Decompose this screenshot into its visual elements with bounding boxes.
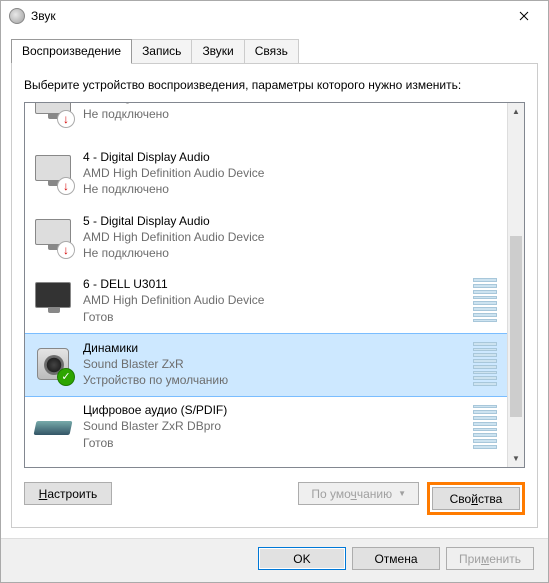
device-driver: AMD High Definition Audio Device <box>83 292 463 308</box>
device-row[interactable]: ↓ 5 - Digital Display AudioAMD High Defin… <box>25 207 507 271</box>
device-icon: ↓ <box>33 153 73 193</box>
device-name: Динамики <box>83 340 463 356</box>
tab-panel-playback: Выберите устройство воспроизведения, пар… <box>11 63 538 528</box>
device-name: 4 - Digital Display Audio <box>83 149 499 165</box>
tab-0[interactable]: Воспроизведение <box>11 39 132 64</box>
cancel-button[interactable]: Отмена <box>352 547 440 570</box>
scroll-track[interactable] <box>508 120 524 450</box>
device-status: Готов <box>83 435 463 451</box>
device-icon: ↓ <box>33 217 73 257</box>
instruction-text: Выберите устройство воспроизведения, пар… <box>24 78 525 92</box>
tab-2[interactable]: Звуки <box>191 39 244 63</box>
tabstrip: ВоспроизведениеЗаписьЗвукиСвязь <box>11 39 538 63</box>
device-row[interactable]: ✓ ДинамикиSound Blaster ZxRУстройство по … <box>25 333 507 398</box>
device-name: 6 - DELL U3011 <box>83 276 463 292</box>
device-text: AMD High Definition Audio DeviceНе подкл… <box>83 103 499 122</box>
scroll-thumb[interactable] <box>510 236 522 418</box>
default-check-icon: ✓ <box>57 368 75 386</box>
app-icon <box>9 8 25 24</box>
device-icon: ✓ <box>33 344 73 384</box>
device-row[interactable]: ↓ AMD High Definition Audio DeviceНе подк… <box>25 103 507 143</box>
panel-buttons: Настроить По умоччанию ▼ Свойства <box>24 482 525 515</box>
scroll-up-button[interactable]: ▲ <box>508 103 524 120</box>
device-row[interactable]: ↓ 4 - Digital Display AudioAMD High Defin… <box>25 143 507 207</box>
sound-dialog: Звук ВоспроизведениеЗаписьЗвукиСвязь Выб… <box>0 0 549 583</box>
device-row[interactable]: 6 - DELL U3011AMD High Definition Audio … <box>25 270 507 334</box>
tab-1[interactable]: Запись <box>131 39 192 63</box>
set-default-button[interactable]: По умоччанию ▼ <box>298 482 419 505</box>
device-icon <box>33 280 73 320</box>
device-driver: AMD High Definition Audio Device <box>83 165 499 181</box>
close-icon <box>519 11 529 21</box>
device-icon <box>33 407 73 447</box>
device-list-inner: ↓AMD High Definition Audio DeviceНе подк… <box>25 103 507 467</box>
titlebar: Звук <box>1 1 548 31</box>
dialog-body: ВоспроизведениеЗаписьЗвукиСвязь Выберите… <box>1 31 548 538</box>
device-icon: ↓ <box>33 103 73 126</box>
scroll-down-button[interactable]: ▼ <box>508 450 524 467</box>
tab-3[interactable]: Связь <box>244 39 299 63</box>
device-text: 6 - DELL U3011AMD High Definition Audio … <box>83 276 463 325</box>
disconnected-icon: ↓ <box>57 241 75 259</box>
device-status: Не подключено <box>83 181 499 197</box>
device-listbox[interactable]: ↓AMD High Definition Audio DeviceНе подк… <box>24 102 525 468</box>
apply-button[interactable]: Применить <box>446 547 534 570</box>
device-row[interactable]: Цифровое аудио (S/PDIF)Sound Blaster ZxR… <box>25 396 507 460</box>
level-meter <box>473 278 497 322</box>
dialog-buttons: OK Отмена Применить <box>1 538 548 582</box>
window-title: Звук <box>31 9 501 23</box>
device-text: 4 - Digital Display AudioAMD High Defini… <box>83 149 499 198</box>
configure-button[interactable]: Настроить <box>24 482 112 505</box>
device-status: Не подключено <box>83 106 499 122</box>
level-meter <box>473 405 497 449</box>
device-name: Цифровое аудио (S/PDIF) <box>83 402 463 418</box>
ok-button[interactable]: OK <box>258 547 346 570</box>
level-meter <box>473 342 497 386</box>
properties-highlight: Свойства <box>427 482 525 515</box>
disconnected-icon: ↓ <box>57 177 75 195</box>
close-button[interactable] <box>501 2 546 31</box>
device-text: 5 - Digital Display AudioAMD High Defini… <box>83 213 499 262</box>
device-text: ДинамикиSound Blaster ZxRУстройство по у… <box>83 340 463 389</box>
device-driver: AMD High Definition Audio Device <box>83 229 499 245</box>
device-driver: Sound Blaster ZxR <box>83 356 463 372</box>
device-status: Устройство по умолчанию <box>83 372 463 388</box>
device-driver: Sound Blaster ZxR DBpro <box>83 418 463 434</box>
device-status: Готов <box>83 309 463 325</box>
device-text: Цифровое аудио (S/PDIF)Sound Blaster ZxR… <box>83 402 463 451</box>
device-name: 5 - Digital Display Audio <box>83 213 499 229</box>
device-status: Не подключено <box>83 245 499 261</box>
scrollbar[interactable]: ▲ ▼ <box>507 103 524 467</box>
properties-button[interactable]: Свойства <box>432 487 520 510</box>
disconnected-icon: ↓ <box>57 110 75 128</box>
